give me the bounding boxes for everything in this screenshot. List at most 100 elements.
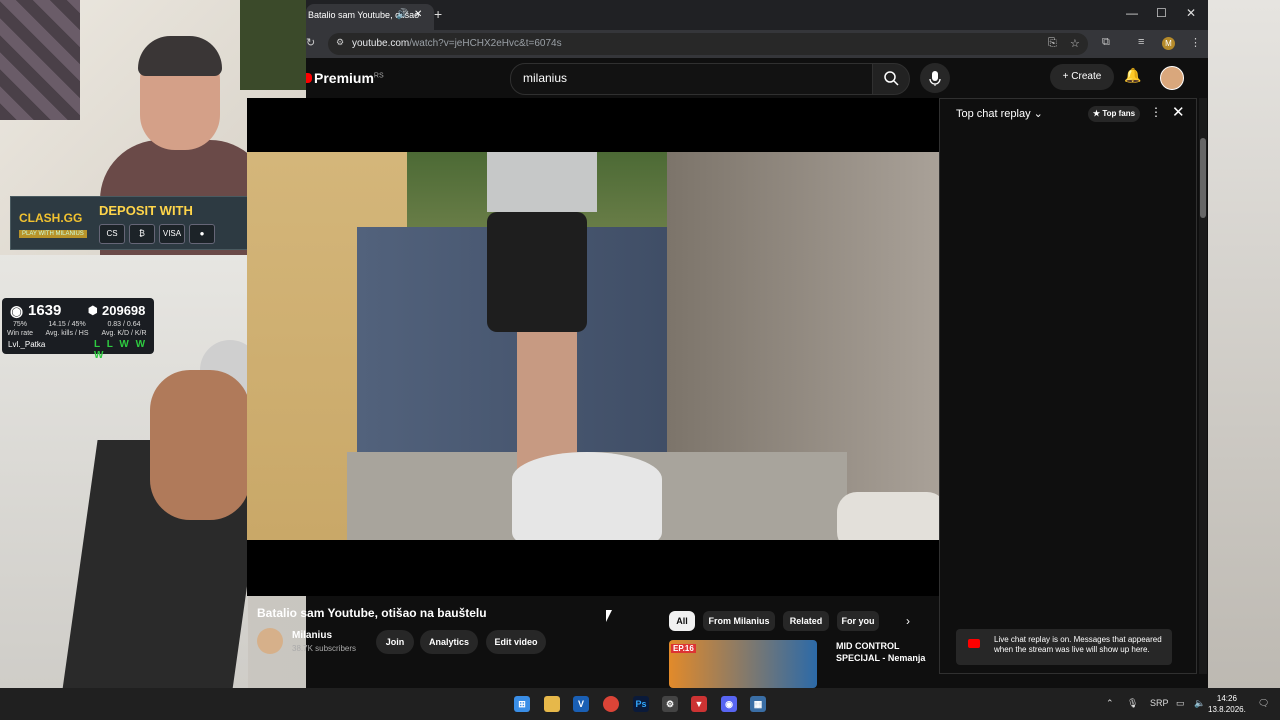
- webcam-acoustic-panel: [0, 0, 80, 120]
- install-icon[interactable]: ⎘: [1048, 37, 1057, 50]
- top-fans-button[interactable]: ★ Top fans: [1088, 106, 1140, 122]
- volume-icon[interactable]: 🔈: [1194, 698, 1205, 709]
- sponsor-brand: CLASH.GG: [19, 211, 83, 225]
- video-scene-bag: [837, 492, 939, 540]
- join-button[interactable]: Join: [376, 630, 414, 654]
- close-chat-icon[interactable]: ✕: [1172, 103, 1185, 121]
- youtube-header: PremiumRS ✕ + Create 🔔: [306, 58, 1208, 98]
- file-explorer-icon[interactable]: [544, 696, 560, 712]
- video-scene-shirt: [487, 152, 597, 212]
- webcam-poster: [240, 0, 306, 90]
- channel-subscribers: 38.7K subscribers: [292, 644, 357, 653]
- chip-from-channel[interactable]: From Milanius: [703, 611, 775, 631]
- page-scrollbar[interactable]: [1199, 98, 1207, 674]
- url-host: youtube.com: [352, 38, 410, 49]
- search-box[interactable]: ✕: [510, 63, 1063, 95]
- windows-start-icon[interactable]: ⊞: [514, 696, 530, 712]
- search-icon: [884, 71, 899, 86]
- channel-name[interactable]: Milanius: [292, 630, 332, 641]
- chrome-icon[interactable]: [603, 696, 619, 712]
- speaker-icon[interactable]: 🔊: [396, 4, 408, 26]
- recommended-thumbnail[interactable]: EP.16: [669, 640, 817, 688]
- rating-icon: ◉: [10, 303, 24, 320]
- tray-chevron-up-icon[interactable]: ⌃: [1106, 698, 1114, 709]
- chip-for-you[interactable]: For you: [837, 611, 879, 631]
- address-bar[interactable]: ⚙ youtube.com/watch?v=jeHCHX2eHvc&t=6074…: [328, 33, 1088, 55]
- channel-avatar[interactable]: [257, 628, 283, 654]
- stats-recent-results: L L W W W: [94, 339, 148, 361]
- notifications-icon[interactable]: 🗨: [1258, 698, 1269, 709]
- clock-date: 13.8.2026.: [1208, 705, 1246, 714]
- recommended-title[interactable]: MID CONTROL SPECIJAL - Nemanja: [836, 640, 936, 664]
- sponsor-text: DEPOSIT WITH: [99, 203, 193, 218]
- keyboard-language[interactable]: SRP: [1150, 698, 1169, 708]
- microphone-icon: [929, 71, 941, 86]
- close-window-icon[interactable]: ✕: [1186, 6, 1196, 20]
- youtube-logo-text: Premium: [314, 70, 374, 86]
- stats-rating: 1639: [28, 302, 62, 319]
- tray-microphone-icon[interactable]: 🎙: [1127, 698, 1138, 709]
- analytics-button[interactable]: Analytics: [420, 630, 478, 654]
- payment-icon: ₿: [129, 224, 155, 244]
- taskbar: ⊞ V Ps ⚙ ▼ ◉ ▦ ⌃ 🎙 SRP ▭ 🔈 14:26 13.8.202…: [0, 688, 1280, 720]
- stat-win-rate-label: Win rate: [6, 330, 34, 337]
- search-button[interactable]: [872, 63, 910, 95]
- extensions-icon[interactable]: ⧉: [1102, 36, 1110, 49]
- youtube-logo[interactable]: PremiumRS: [306, 70, 384, 86]
- search-input[interactable]: [521, 70, 825, 86]
- system-clock[interactable]: 14:26 13.8.2026.: [1208, 693, 1246, 715]
- background-wall-right: [1208, 0, 1280, 688]
- browser-tab[interactable]: Batalio sam Youtube, otišao 🔊 ✕: [306, 4, 434, 30]
- stat-kills-hs: 14.15 / 45%: [48, 321, 86, 328]
- chat-mode-dropdown[interactable]: Top chat replay ⌄: [956, 107, 1043, 120]
- maximize-icon[interactable]: ☐: [1156, 6, 1167, 20]
- sponsor-banner: CLASH.GG PLAY WITH MILANIUS DEPOSIT WITH…: [10, 196, 287, 250]
- menu-dots-icon[interactable]: ⋮: [1190, 36, 1201, 49]
- top-fans-label: Top fans: [1102, 109, 1136, 118]
- voice-search-button[interactable]: [920, 63, 950, 93]
- discord-icon[interactable]: ◉: [721, 696, 737, 712]
- browser-toolbar: ↻ ⚙ youtube.com/watch?v=jeHCHX2eHvc&t=60…: [306, 30, 1208, 58]
- stat-kills-hs-label: Avg. kills / HS: [45, 330, 89, 337]
- stat-kd-kr: 0.83 / 0.64: [107, 321, 141, 328]
- video-title: Batalio sam Youtube, otišao na bauštelu: [257, 606, 487, 620]
- chat-replay-text: Live chat replay is on. Messages that ap…: [994, 635, 1162, 654]
- stats-card: ◉ 1639 ⬢ 209698 75% Win rate 14.15 / 45% A…: [2, 298, 154, 361]
- notifications-bell-icon[interactable]: 🔔: [1124, 67, 1141, 84]
- minimize-icon[interactable]: —: [1126, 6, 1138, 20]
- close-tab-icon[interactable]: ✕: [414, 4, 422, 26]
- media-control-icon[interactable]: ≡: [1138, 36, 1144, 48]
- site-info-icon[interactable]: ⚙: [336, 37, 344, 48]
- reload-icon[interactable]: ↻: [306, 36, 315, 49]
- chat-replay-notice: Live chat replay is on. Messages that ap…: [956, 629, 1172, 665]
- stats-points: 209698: [102, 303, 146, 318]
- network-icon[interactable]: ▭: [1176, 698, 1185, 709]
- chevron-down-icon: ⌄: [1033, 108, 1043, 120]
- profile-avatar[interactable]: M: [1162, 37, 1175, 50]
- url-path: /watch?v=jeHCHX2eHvc&t=6074s: [409, 38, 562, 49]
- browser-window: Batalio sam Youtube, otišao 🔊 ✕ + — ☐ ✕ …: [247, 0, 1208, 688]
- create-button[interactable]: + Create: [1050, 64, 1114, 90]
- payment-icon: ●: [189, 224, 215, 244]
- v-app-icon[interactable]: V: [573, 696, 589, 712]
- scrollbar-thumb[interactable]: [1200, 138, 1206, 218]
- chat-mode-label: Top chat replay: [956, 108, 1031, 120]
- video-frame[interactable]: [247, 152, 939, 540]
- brave-icon[interactable]: ▼: [691, 696, 707, 712]
- chip-related[interactable]: Related: [783, 611, 829, 631]
- chevron-right-icon[interactable]: ›: [906, 614, 910, 628]
- bookmark-star-icon[interactable]: ☆: [1070, 37, 1080, 50]
- video-scene-bucket: [512, 452, 662, 540]
- steam-icon[interactable]: ⚙: [662, 696, 678, 712]
- account-avatar[interactable]: [1160, 66, 1184, 90]
- background-person-arm: [150, 370, 250, 520]
- calculator-icon[interactable]: ▦: [750, 696, 766, 712]
- chip-all[interactable]: All: [669, 611, 695, 631]
- tab-bar: Batalio sam Youtube, otišao 🔊 ✕ + — ☐ ✕: [306, 0, 1208, 30]
- edit-video-button[interactable]: Edit video: [486, 630, 546, 654]
- mouse-cursor: [606, 610, 612, 622]
- new-tab-icon[interactable]: +: [434, 6, 442, 22]
- photoshop-icon[interactable]: Ps: [633, 696, 649, 712]
- chat-menu-icon[interactable]: ⋮: [1150, 105, 1162, 119]
- stat-kd-kr-label: Avg. K/D / K/R: [101, 330, 147, 337]
